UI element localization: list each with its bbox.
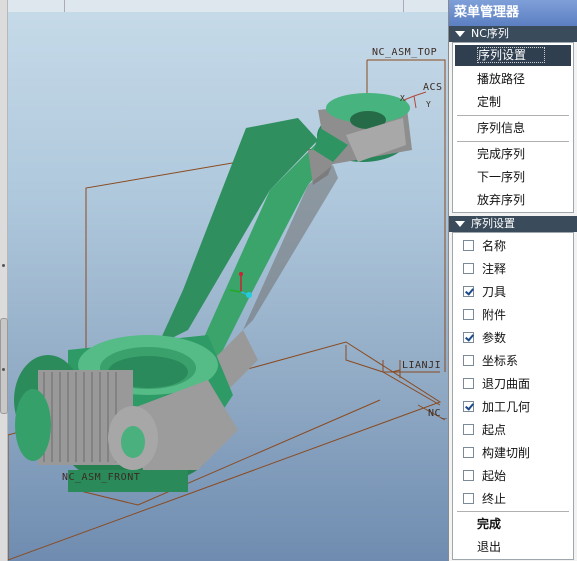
menu-item-next-sequence[interactable]: 下一序列 bbox=[453, 166, 573, 189]
menu-separator bbox=[457, 141, 569, 142]
menu-item-sequence-setup[interactable]: 序列设置 bbox=[455, 45, 571, 66]
sequence-setup-menu: 名称 注释 刀具 附件 参数 坐标系 退刀曲面 加工几何 起点 构建切削 起始 … bbox=[452, 232, 574, 560]
exit-button[interactable]: 退出 bbox=[453, 536, 573, 559]
option-attachment[interactable]: 附件 bbox=[453, 303, 573, 326]
label-acs-y: Y bbox=[426, 100, 432, 109]
option-tool[interactable]: 刀具 bbox=[453, 280, 573, 303]
label-nc-asm-front: NC_ASM_FRONT bbox=[62, 472, 141, 483]
option-machining-geometry[interactable]: 加工几何 bbox=[453, 395, 573, 418]
checkbox[interactable] bbox=[463, 240, 474, 251]
checkbox[interactable] bbox=[463, 309, 474, 320]
option-retract-surface[interactable]: 退刀曲面 bbox=[453, 372, 573, 395]
checkbox[interactable] bbox=[463, 470, 474, 481]
menu-item-done-sequence[interactable]: 完成序列 bbox=[453, 143, 573, 166]
splitter-dot bbox=[2, 368, 5, 371]
option-build-cut[interactable]: 构建切削 bbox=[453, 441, 573, 464]
graphics-viewport[interactable]: NC_ASM_TOP ACS X Y LIANJI NC_ NC_ASM_FRO… bbox=[8, 0, 448, 561]
option-parameters[interactable]: 参数 bbox=[453, 326, 573, 349]
part-top-boss bbox=[314, 93, 412, 165]
menu-item-sequence-info[interactable]: 序列信息 bbox=[453, 117, 573, 140]
label-nc-asm-top: NC_ASM_TOP bbox=[372, 47, 438, 58]
collapse-triangle-icon bbox=[455, 31, 465, 37]
option-start-point[interactable]: 起点 bbox=[453, 418, 573, 441]
nc-sequence-menu: 序列设置 播放路径 定制 序列信息 完成序列 下一序列 放弃序列 bbox=[452, 42, 574, 213]
splitter-grip[interactable] bbox=[0, 318, 8, 414]
checkbox-checked[interactable] bbox=[463, 332, 474, 343]
checkbox[interactable] bbox=[463, 493, 474, 504]
menu-manager: 菜单管理器 NC序列 序列设置 播放路径 定制 序列信息 完成序列 下一序列 放… bbox=[448, 0, 577, 561]
splitter-dot bbox=[2, 264, 5, 267]
checkbox[interactable] bbox=[463, 447, 474, 458]
option-end[interactable]: 终止 bbox=[453, 487, 573, 510]
menu-item-quit-sequence[interactable]: 放弃序列 bbox=[453, 189, 573, 212]
menu-manager-title: 菜单管理器 bbox=[449, 0, 577, 26]
done-button[interactable]: 完成 bbox=[453, 513, 573, 536]
option-comments[interactable]: 注释 bbox=[453, 257, 573, 280]
option-csys[interactable]: 坐标系 bbox=[453, 349, 573, 372]
menu-separator bbox=[457, 115, 569, 116]
menu-item-play-path[interactable]: 播放路径 bbox=[453, 68, 573, 91]
left-panel-strip bbox=[0, 0, 8, 561]
menu-separator bbox=[457, 511, 569, 512]
sequence-setup-header[interactable]: 序列设置 bbox=[449, 216, 577, 232]
nc-sequence-header-label: NC序列 bbox=[471, 27, 509, 40]
checkbox-checked[interactable] bbox=[463, 401, 474, 412]
nc-sequence-header[interactable]: NC序列 bbox=[449, 26, 577, 42]
part-bottom-boss bbox=[14, 335, 238, 492]
checkbox-checked[interactable] bbox=[463, 286, 474, 297]
menu-item-customize[interactable]: 定制 bbox=[453, 91, 573, 114]
checkbox[interactable] bbox=[463, 355, 474, 366]
label-acs: ACS bbox=[423, 82, 443, 93]
option-start[interactable]: 起始 bbox=[453, 464, 573, 487]
checkbox[interactable] bbox=[463, 378, 474, 389]
label-acs-x: X bbox=[400, 94, 406, 103]
checkbox[interactable] bbox=[463, 424, 474, 435]
label-lianji: LIANJI bbox=[402, 360, 442, 371]
option-name[interactable]: 名称 bbox=[453, 234, 573, 257]
label-nc-right: NC_ bbox=[428, 408, 448, 419]
collapse-triangle-icon bbox=[455, 221, 465, 227]
checkbox[interactable] bbox=[463, 263, 474, 274]
sequence-setup-header-label: 序列设置 bbox=[471, 217, 515, 230]
